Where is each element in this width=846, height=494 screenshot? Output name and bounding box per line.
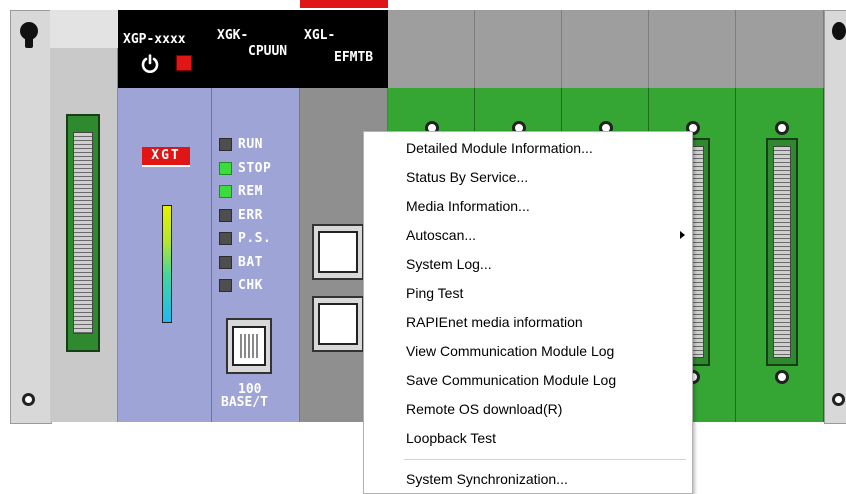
led-err-indicator [219, 208, 232, 222]
menu-item-autoscan-label: Autoscan... [406, 227, 477, 243]
led-chk-label: CHK [238, 278, 263, 294]
cpu-module-name-line1: XGK- [217, 28, 249, 43]
slot-cap-1 [388, 10, 475, 88]
menu-item-autoscan[interactable]: Autoscan... [365, 222, 691, 249]
led-ps-indicator [219, 232, 232, 246]
rack-left-ear [10, 10, 52, 424]
led-run-label: RUN [238, 137, 263, 153]
mount-keyhole-slot-icon [25, 34, 33, 48]
menu-item-save-communication-module-log[interactable]: Save Communication Module Log [365, 367, 691, 394]
led-stop-label: STOP [238, 160, 272, 176]
menu-item-loopback-test[interactable]: Loopback Test [365, 425, 691, 452]
led-bat-indicator [219, 255, 232, 269]
menu-item-remote-os-download[interactable]: Remote OS download(R) [365, 396, 691, 423]
menu-item-rapienet-media-information[interactable]: RAPIEnet media information [365, 309, 691, 336]
ethernet-port-1-jack [318, 231, 358, 273]
ethernet-port-2-jack [318, 303, 358, 345]
slot-cap-4 [649, 10, 736, 88]
led-row-err: ERR [219, 204, 299, 228]
led-rem-indicator [219, 185, 232, 199]
mount-keyhole-icon [832, 22, 846, 40]
menu-separator [404, 459, 686, 460]
ethernet-module-top [300, 10, 388, 88]
slot-cap-3 [562, 10, 649, 88]
led-row-chk: CHK [219, 274, 299, 298]
rack-right-ear [824, 10, 846, 424]
led-run-indicator [219, 138, 232, 152]
base-top-cover [50, 10, 118, 48]
menu-item-detailed-module-information[interactable]: Detailed Module Information... [365, 135, 691, 162]
slot-cap-5 [736, 10, 824, 88]
io-pin-icon [775, 121, 789, 135]
ethernet-pins [240, 334, 258, 358]
led-row-stop: STOP [219, 157, 299, 181]
io-pin-icon [775, 370, 789, 384]
menu-item-view-communication-module-log[interactable]: View Communication Module Log [365, 338, 691, 365]
ethernet-module-name-line1: XGL- [304, 28, 336, 43]
led-ps-label: P.S. [238, 231, 272, 247]
context-menu: Detailed Module Information... Status By… [363, 131, 693, 494]
slot-cap-2 [475, 10, 562, 88]
submenu-arrow-icon [680, 231, 685, 239]
port-label-line2: BASE/T [221, 395, 268, 410]
menu-item-system-synchronization[interactable]: System Synchronization... [365, 466, 691, 493]
led-row-run: RUN [219, 133, 299, 157]
led-row-rem: REM [219, 180, 299, 204]
io-connector-5-pins [773, 146, 791, 358]
menu-item-system-log[interactable]: System Log... [365, 251, 691, 278]
led-rem-label: REM [238, 184, 263, 200]
menu-item-media-information[interactable]: Media Information... [365, 193, 691, 220]
cpu-module-name-line2: CPUUN [248, 44, 288, 59]
menu-item-ping-test[interactable]: Ping Test [365, 280, 691, 307]
selected-module-marker [300, 0, 388, 8]
mount-screw-hole-icon [832, 393, 845, 406]
led-row-ps: P.S. [219, 227, 299, 251]
status-led-list: RUN STOP REM ERR P.S. BAT CHK [219, 133, 299, 298]
mount-screw-hole-icon [22, 393, 35, 406]
level-indicator-bar [162, 205, 172, 323]
led-bat-label: BAT [238, 254, 263, 270]
led-chk-indicator [219, 279, 232, 293]
xgt-logo-text: XGT [151, 148, 181, 163]
led-stop-indicator [219, 161, 232, 175]
base-connector-pins [73, 132, 93, 334]
led-row-bat: BAT [219, 251, 299, 275]
ethernet-module-name-line2: EFMTB [334, 50, 374, 65]
led-err-label: ERR [238, 207, 263, 223]
menu-item-status-by-service[interactable]: Status By Service... [365, 164, 691, 191]
